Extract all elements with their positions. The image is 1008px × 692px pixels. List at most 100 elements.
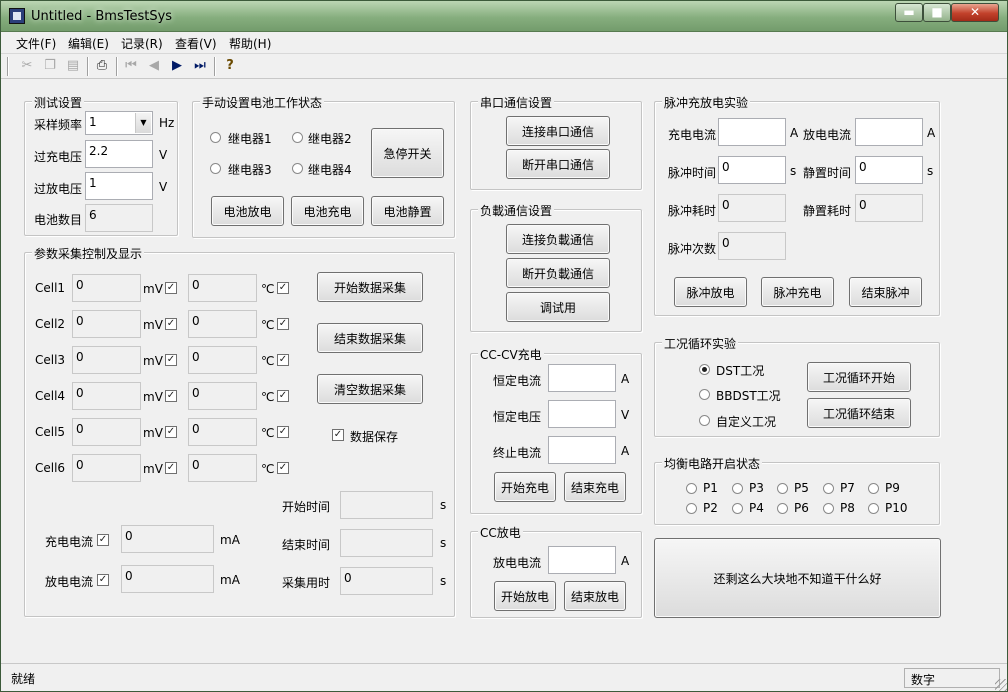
cut-icon[interactable]: ✂	[18, 57, 36, 75]
chevron-down-icon[interactable]: ▼	[135, 113, 151, 133]
minimize-button[interactable]: ▬	[895, 3, 923, 22]
pulse-elapsed-field: 0	[718, 194, 786, 222]
discharge-current-checkbox[interactable]: ✓	[97, 574, 109, 586]
balance-p4-radio[interactable]	[732, 503, 743, 514]
next-record-icon[interactable]: ▶	[168, 57, 186, 75]
prev-record-icon[interactable]: ◀	[145, 57, 163, 75]
balance-p2-radio[interactable]	[686, 503, 697, 514]
pulse-charge-button[interactable]: 脉冲充电	[761, 277, 834, 307]
relay2-radio[interactable]	[292, 132, 303, 143]
balance-p9-radio[interactable]	[868, 483, 879, 494]
load-connect-button[interactable]: 连接负載通信	[506, 224, 610, 254]
cell-temp-checkbox[interactable]: ✓	[277, 426, 289, 438]
battery-charge-button[interactable]: 电池充电	[291, 196, 364, 226]
first-record-icon[interactable]: ⏮	[122, 57, 140, 75]
serial-connect-button[interactable]: 连接串口通信	[506, 116, 610, 146]
balance-p8-radio[interactable]	[823, 503, 834, 514]
cell-temp-checkbox[interactable]: ✓	[277, 390, 289, 402]
relay3-label[interactable]: 继电器3	[228, 161, 272, 178]
relay1-radio[interactable]	[210, 132, 221, 143]
pulse-stop-button[interactable]: 结束脉冲	[849, 277, 922, 307]
custom-cycle-radio[interactable]	[699, 415, 710, 426]
charge-current-checkbox[interactable]: ✓	[97, 534, 109, 546]
cell-temp-checkbox[interactable]: ✓	[277, 318, 289, 330]
custom-cycle-label[interactable]: 自定义工况	[716, 413, 776, 430]
help-icon[interactable]: ?	[221, 57, 239, 75]
cycle-stop-button[interactable]: 工况循环结束	[807, 398, 911, 428]
menu-help[interactable]: 帮助(H)	[229, 35, 271, 52]
relay2-label[interactable]: 继电器2	[308, 130, 352, 147]
dst-label[interactable]: DST工况	[716, 362, 764, 379]
balance-p10-radio[interactable]	[868, 503, 879, 514]
balance-p6-radio[interactable]	[777, 503, 788, 514]
title-bar[interactable]: Untitled - BmsTestSys ▬ ■ ✕	[1, 1, 1007, 32]
clear-acquisition-button[interactable]: 清空数据采集	[317, 374, 423, 404]
resize-grip[interactable]	[995, 679, 1007, 691]
toolbar: ✂ ❐ ▤ ⎙ ⏮ ◀ ▶ ⏭ ?	[1, 53, 1007, 79]
menu-view[interactable]: 查看(V)	[175, 35, 217, 52]
cell-voltage-checkbox[interactable]: ✓	[165, 282, 177, 294]
constant-voltage-input[interactable]	[548, 400, 616, 428]
battery-discharge-button[interactable]: 电池放电	[211, 196, 284, 226]
load-disconnect-button[interactable]: 断开负載通信	[506, 258, 610, 288]
serial-disconnect-button[interactable]: 断开串口通信	[506, 149, 610, 179]
balance-p3-radio[interactable]	[732, 483, 743, 494]
overcharge-voltage-label: 过充电压	[34, 150, 83, 164]
pulse-time-input[interactable]: 0	[718, 156, 786, 184]
cell-temp-checkbox[interactable]: ✓	[277, 282, 289, 294]
cell-voltage-checkbox[interactable]: ✓	[165, 426, 177, 438]
cutoff-current-input[interactable]	[548, 436, 616, 464]
pulse-test-title: 脉冲充放电实验	[662, 94, 751, 111]
cycle-start-button[interactable]: 工况循环开始	[807, 362, 911, 392]
cell-temp-checkbox[interactable]: ✓	[277, 354, 289, 366]
pulse-charge-current-input[interactable]	[718, 118, 786, 146]
balance-p5-radio[interactable]	[777, 483, 788, 494]
start-discharge-button[interactable]: 开始放电	[494, 581, 556, 611]
pulse-test-group: 脉冲充放电实验 充电电流 A 放电电流 A 脉冲时间 0 s 静置时间 0 s …	[654, 94, 940, 316]
relay4-radio[interactable]	[292, 163, 303, 174]
cell-voltage-checkbox[interactable]: ✓	[165, 354, 177, 366]
cell-temp-checkbox[interactable]: ✓	[277, 462, 289, 474]
bbdst-radio[interactable]	[699, 389, 710, 400]
save-data-checkbox[interactable]: ✓	[332, 429, 344, 441]
print-icon[interactable]: ⎙	[93, 57, 111, 75]
bbdst-label[interactable]: BBDST工况	[716, 387, 781, 404]
start-acquisition-button[interactable]: 开始数据采集	[317, 272, 423, 302]
paste-icon[interactable]: ▤	[64, 57, 82, 75]
close-button[interactable]: ✕	[951, 3, 999, 22]
copy-icon[interactable]: ❐	[41, 57, 59, 75]
stop-discharge-button[interactable]: 结束放电	[564, 581, 626, 611]
constant-current-input[interactable]	[548, 364, 616, 392]
rest-time-input[interactable]: 0	[855, 156, 923, 184]
menu-record[interactable]: 记录(R)	[121, 35, 163, 52]
relay3-radio[interactable]	[210, 163, 221, 174]
dst-radio[interactable]	[699, 364, 710, 375]
relay4-label[interactable]: 继电器4	[308, 161, 352, 178]
placeholder-big-button[interactable]: 还剩这么大块地不知道干什么好	[654, 538, 941, 618]
cell-voltage-checkbox[interactable]: ✓	[165, 318, 177, 330]
balance-p7-radio[interactable]	[823, 483, 834, 494]
save-data-label[interactable]: 数据保存	[350, 428, 398, 445]
pulse-discharge-current-input[interactable]	[855, 118, 923, 146]
balance-p1-radio[interactable]	[686, 483, 697, 494]
sample-rate-select[interactable]: 1 ▼	[85, 111, 153, 135]
overcharge-voltage-input[interactable]: 2.2	[85, 140, 153, 168]
debug-button[interactable]: 调试用	[506, 292, 610, 322]
last-record-icon[interactable]: ⏭	[191, 57, 209, 75]
stop-acquisition-button[interactable]: 结束数据采集	[317, 323, 423, 353]
battery-rest-button[interactable]: 电池静置	[371, 196, 444, 226]
start-charge-button[interactable]: 开始充电	[494, 472, 556, 502]
cell-voltage-checkbox[interactable]: ✓	[165, 462, 177, 474]
menu-file[interactable]: 文件(F)	[16, 35, 56, 52]
stop-charge-button[interactable]: 结束充电	[564, 472, 626, 502]
relay1-label[interactable]: 继电器1	[228, 130, 272, 147]
pulse-discharge-button[interactable]: 脉冲放电	[674, 277, 747, 307]
cc-discharge-current-input[interactable]	[548, 546, 616, 574]
app-icon[interactable]	[9, 8, 25, 24]
emergency-stop-button[interactable]: 急停开关	[371, 128, 444, 178]
menu-edit[interactable]: 编辑(E)	[68, 35, 109, 52]
overdischarge-voltage-input[interactable]: 1	[85, 172, 153, 200]
maximize-button[interactable]: ■	[923, 3, 951, 22]
a-unit: A	[790, 126, 799, 140]
cell-voltage-checkbox[interactable]: ✓	[165, 390, 177, 402]
